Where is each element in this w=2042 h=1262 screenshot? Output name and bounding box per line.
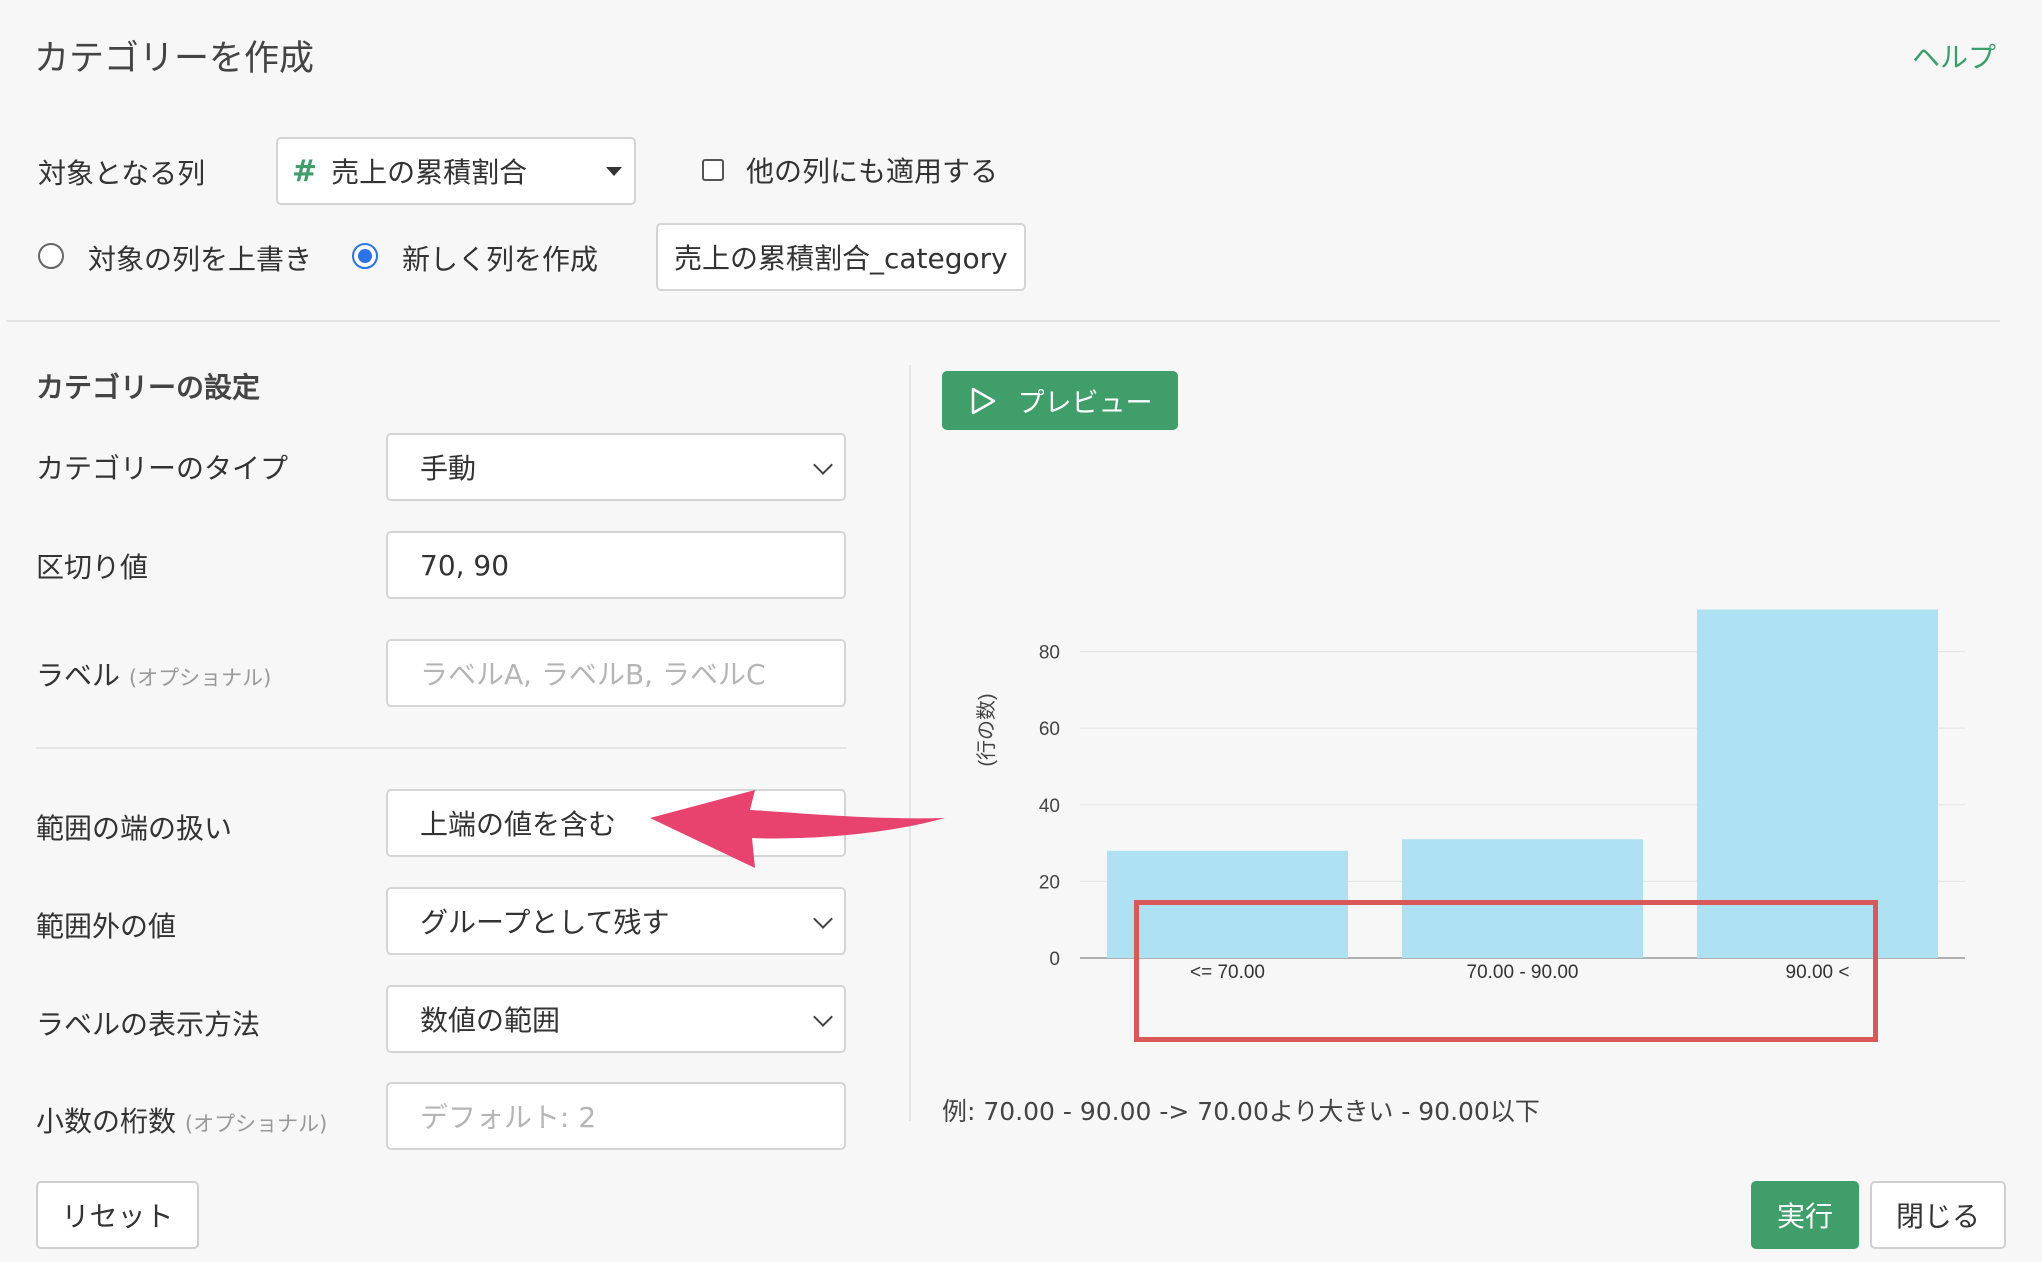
new-column-name-value: 売上の累積割合_category	[674, 242, 1008, 275]
y-axis-label: (行の数)	[975, 693, 998, 766]
y-tick-label: 80	[1039, 643, 1060, 664]
target-column-label: 対象となる列	[38, 157, 206, 190]
y-tick-label: 60	[1039, 719, 1060, 740]
help-link[interactable]: ヘルプ	[1912, 36, 1996, 76]
labels-optional-note: (オプショナル)	[128, 666, 272, 690]
highlight-box	[1134, 900, 1878, 1042]
reset-button-label: リセット	[61, 1200, 174, 1233]
outside-values-label: 範囲外の値	[36, 910, 177, 943]
play-icon	[971, 387, 995, 414]
target-column-select[interactable]: # 売上の累積割合	[276, 137, 636, 205]
breaks-value: 70, 90	[420, 548, 510, 582]
chevron-down-icon	[813, 1007, 833, 1027]
settings-heading: カテゴリーの設定	[36, 371, 261, 404]
new-column-label: 新しく列を作成	[402, 243, 599, 276]
chevron-down-icon	[813, 909, 833, 929]
y-tick-label: 40	[1039, 796, 1060, 817]
overwrite-radio[interactable]	[38, 243, 64, 269]
run-button-label: 実行	[1776, 1200, 1833, 1233]
overwrite-label: 対象の列を上書き	[88, 243, 313, 276]
dialog-title: カテゴリーを作成	[34, 39, 315, 79]
target-column-value: 売上の累積割合	[331, 156, 528, 189]
settings-divider	[36, 747, 846, 749]
new-column-name-input[interactable]: 売上の累積割合_category	[656, 223, 1026, 291]
label-display-label: ラベルの表示方法	[36, 1008, 261, 1041]
labels-label-text: ラベル	[36, 659, 121, 692]
decimals-optional-note: (オプショナル)	[184, 1112, 328, 1136]
decimals-label: 小数の桁数 (オプショナル)	[36, 1100, 327, 1140]
outside-values-select[interactable]: グループとして残す	[386, 887, 846, 955]
caret-down-icon	[606, 167, 622, 176]
annotation-arrow	[650, 790, 945, 868]
edge-handling-value: 上端の値を含む	[420, 808, 617, 841]
close-button-label: 閉じる	[1895, 1200, 1980, 1233]
preview-button[interactable]: プレビュー	[942, 371, 1178, 430]
label-display-value: 数値の範囲	[420, 1004, 561, 1037]
section-divider	[6, 320, 2000, 322]
preview-button-label: プレビュー	[1017, 388, 1153, 419]
run-button[interactable]: 実行	[1751, 1181, 1859, 1249]
apply-other-checkbox[interactable]	[702, 159, 724, 181]
labels-input[interactable]: ラベルA, ラベルB, ラベルC	[386, 639, 846, 707]
new-column-radio[interactable]	[352, 243, 378, 269]
example-note: 例: 70.00 - 90.00 -> 70.00より大きい - 90.00以下	[942, 1097, 1540, 1126]
labels-placeholder: ラベルA, ラベルB, ラベルC	[420, 658, 766, 691]
y-tick-label: 20	[1039, 872, 1060, 893]
chevron-down-icon	[813, 455, 833, 475]
label-display-select[interactable]: 数値の範囲	[386, 985, 846, 1053]
apply-other-label: 他の列にも適用する	[746, 155, 999, 188]
labels-label: ラベル (オプショナル)	[36, 654, 271, 694]
numeric-column-icon: #	[292, 153, 318, 189]
breaks-input[interactable]: 70, 90	[386, 531, 846, 599]
edge-handling-label: 範囲の端の扱い	[36, 812, 233, 845]
decimals-label-text: 小数の桁数	[36, 1105, 177, 1138]
category-type-value: 手動	[420, 452, 477, 485]
close-button[interactable]: 閉じる	[1870, 1181, 2006, 1249]
breaks-label: 区切り値	[36, 551, 149, 584]
panel-divider	[909, 365, 911, 1121]
reset-button[interactable]: リセット	[36, 1181, 199, 1249]
decimals-placeholder: デフォルト: 2	[420, 1101, 597, 1134]
category-type-select[interactable]: 手動	[386, 433, 846, 501]
outside-values-value: グループとして残す	[420, 906, 670, 939]
y-tick-label: 0	[1049, 949, 1060, 970]
category-type-label: カテゴリーのタイプ	[36, 452, 289, 485]
decimals-input[interactable]: デフォルト: 2	[386, 1082, 846, 1150]
